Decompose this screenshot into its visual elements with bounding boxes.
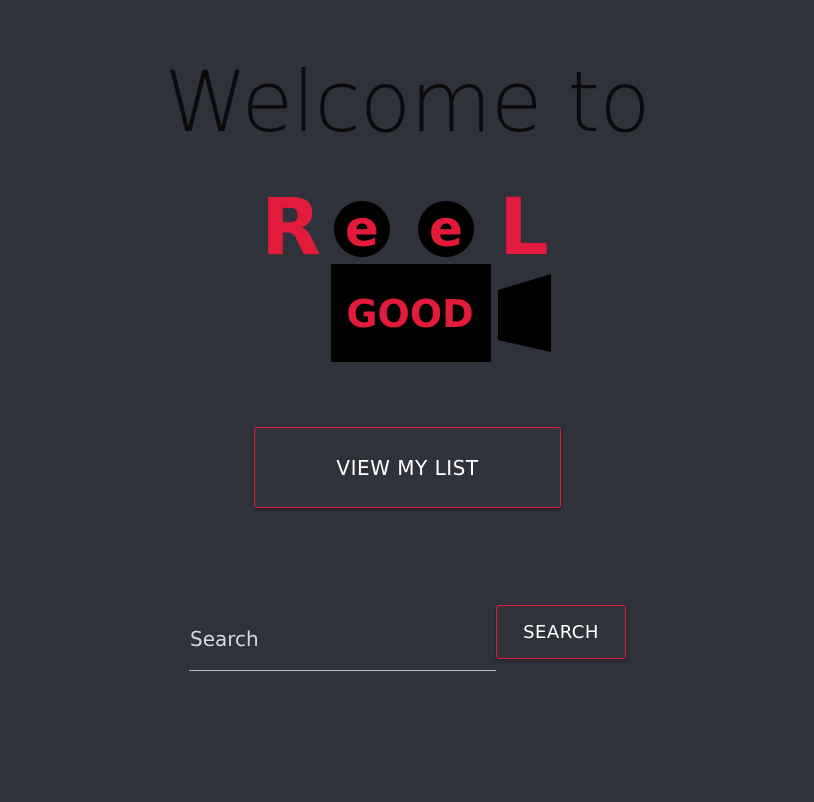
reelgood-logo: R e e L GOOD — [255, 178, 560, 368]
view-my-list-button[interactable]: VIEW MY LIST — [254, 427, 561, 508]
logo-good-text: GOOD — [346, 292, 473, 336]
logo-letter-e2: e — [429, 200, 463, 258]
logo-letter-r: R — [261, 183, 321, 273]
search-field — [189, 612, 496, 671]
search-input[interactable] — [189, 622, 496, 656]
movie-camera-lens — [498, 274, 551, 352]
search-button[interactable]: SEARCH — [496, 605, 626, 659]
reelgood-logo-graphic: R e e L GOOD — [261, 183, 551, 362]
logo-letter-l: L — [499, 183, 549, 273]
home-page: Welcome to R e e L GOOD VIEW MY LIST SEA… — [0, 0, 814, 802]
welcome-heading: Welcome to — [164, 53, 650, 151]
logo-letter-e1: e — [345, 200, 379, 258]
